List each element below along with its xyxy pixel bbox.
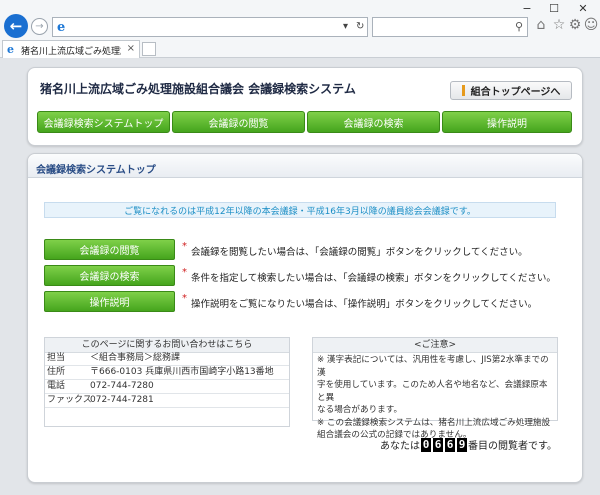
forward-arrow-icon: →: [35, 21, 44, 32]
browse-minutes-description: 会議録を閲覧したい場合は、「会議録の閲覧」ボタンをクリックしてください。: [191, 247, 528, 258]
nav-search-minutes[interactable]: 会議録の検索: [307, 111, 440, 133]
contact-row: 電話 072-744-7280: [45, 380, 289, 394]
browser-tab[interactable]: e 猪名川上流広域ごみ処理施... ×: [2, 40, 140, 58]
address-dropdown-icon[interactable]: ▾: [343, 21, 348, 32]
smiley-icon[interactable]: ☺: [582, 16, 600, 34]
search-icon[interactable]: ⚲: [515, 20, 523, 33]
ie-favicon-icon: e: [57, 20, 66, 35]
contact-key: 電話: [47, 381, 66, 391]
contact-box: このページに関するお問い合わせはこちら 担当 ＜組合事務局＞総務課 住所 〒66…: [44, 337, 290, 427]
counter-digit: 9: [457, 437, 467, 452]
counter-prefix: あなたは: [380, 441, 420, 452]
union-top-page-link[interactable]: 組合トップページへ: [450, 81, 572, 100]
forward-button[interactable]: →: [31, 18, 48, 35]
tab-title: 猪名川上流広域ごみ処理施...: [21, 47, 121, 57]
search-minutes-description: 条件を指定して検索したい場合は、「会議録の検索」ボタンをクリックしてください。: [191, 273, 556, 284]
caution-line: 字を使用しています。このため人名や地名など、会議録原本と異: [317, 380, 548, 403]
nav-browse-minutes[interactable]: 会議録の閲覧: [172, 111, 305, 133]
contact-heading: このページに関するお問い合わせはこちら: [45, 338, 289, 353]
counter-suffix: 番目の閲覧者です。: [468, 441, 557, 452]
instructions-description: 操作説明をご覧になりたい場合は、「操作説明」ボタンをクリックしてください。: [191, 299, 538, 310]
link-marker-icon: [461, 85, 465, 96]
contact-value: 〒666-0103 兵庫県川西市国崎字小路13番地: [90, 367, 274, 377]
minimize-button[interactable]: −: [518, 2, 536, 16]
tab-close-icon[interactable]: ×: [127, 43, 135, 54]
maximize-button[interactable]: ☐: [545, 2, 563, 16]
caution-heading: <ご注意>: [313, 338, 557, 353]
caution-line: ※ この会議録検索システムは、猪名川上流広域ごみ処理施設: [317, 417, 551, 428]
contact-key: ファックス: [47, 395, 92, 405]
new-tab-button[interactable]: [142, 42, 156, 56]
visitor-counter: あなたは 0 6 6 9 番目の閲覧者です。: [380, 437, 557, 452]
ie-favicon-icon: e: [7, 43, 14, 56]
caution-line: ※ 漢字表記については、汎用性を考慮し、JIS第2水準までの漢: [317, 355, 549, 378]
close-window-button[interactable]: ✕: [574, 2, 592, 16]
browser-search-input[interactable]: ⚲: [372, 17, 528, 37]
back-button[interactable]: ←: [4, 14, 28, 38]
nav-system-top[interactable]: 会議録検索システムトップ: [37, 111, 170, 133]
bullet-star: *: [182, 293, 187, 304]
address-bar[interactable]: e ▾ ↻: [52, 17, 368, 37]
search-minutes-button[interactable]: 会議録の検索: [44, 265, 175, 286]
section-title: 会議録検索システムトップ: [36, 165, 156, 176]
contact-row: 担当 ＜組合事務局＞総務課: [45, 352, 289, 366]
counter-digit: 6: [445, 437, 455, 452]
caution-line: なる場合があります。: [317, 405, 403, 415]
union-top-page-link-label: 組合トップページへ: [470, 87, 561, 98]
site-title: 猪名川上流広域ごみ処理施設組合議会 会議録検索システム: [40, 82, 356, 96]
instructions-button[interactable]: 操作説明: [44, 291, 175, 312]
counter-digit: 0: [421, 437, 431, 452]
nav-instructions[interactable]: 操作説明: [442, 111, 572, 133]
contact-key: 住所: [47, 367, 66, 377]
counter-digit: 6: [433, 437, 443, 452]
contact-value: 072-744-7281: [90, 395, 154, 405]
contact-row: ファックス 072-744-7281: [45, 394, 289, 408]
notice-banner: ご覧になれるのは平成12年以降の本会議録・平成16年3月以降の議員総会会議録です…: [44, 202, 556, 218]
contact-value: 072-744-7280: [90, 381, 154, 391]
header-panel: [27, 67, 583, 146]
browse-minutes-button[interactable]: 会議録の閲覧: [44, 239, 175, 260]
contact-key: 担当: [47, 353, 66, 363]
bullet-star: *: [182, 241, 187, 252]
caution-body: ※ 漢字表記については、汎用性を考慮し、JIS第2水準までの漢 字を使用していま…: [317, 354, 553, 442]
bullet-star: *: [182, 267, 187, 278]
contact-value: ＜組合事務局＞総務課: [90, 353, 181, 363]
caution-box: <ご注意> ※ 漢字表記については、汎用性を考慮し、JIS第2水準までの漢 字を…: [312, 337, 558, 440]
back-arrow-icon: ←: [9, 17, 23, 35]
contact-row: 住所 〒666-0103 兵庫県川西市国崎字小路13番地: [45, 366, 289, 380]
refresh-icon[interactable]: ↻: [356, 21, 364, 32]
home-icon[interactable]: ⌂: [532, 16, 550, 34]
